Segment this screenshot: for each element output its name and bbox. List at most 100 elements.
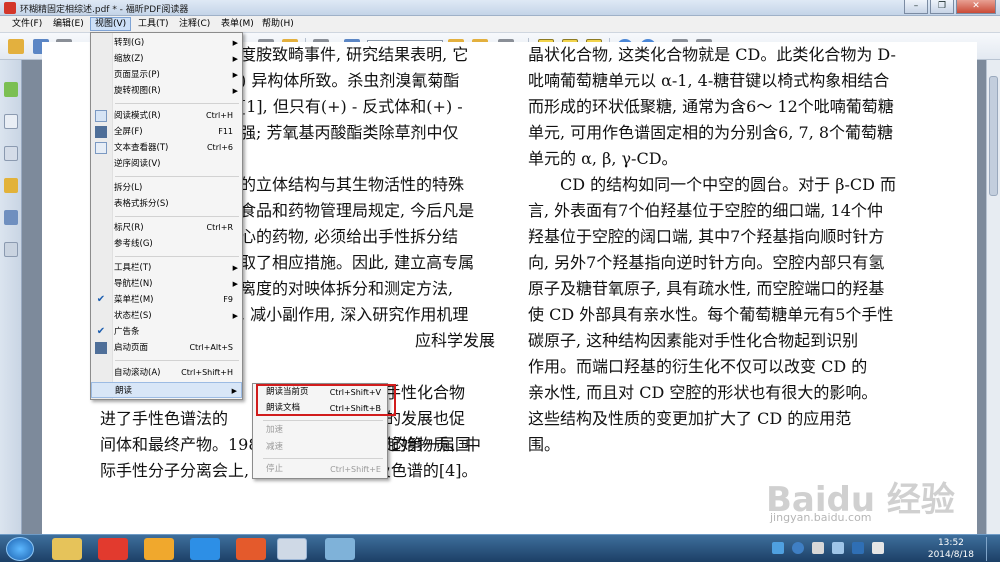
submenu-arrow-icon: ▶: [232, 312, 238, 320]
menu-item-nav-panels[interactable]: 导航栏(N) ▶: [91, 276, 242, 292]
text-line: 围。: [528, 435, 561, 454]
menu-item-ruler[interactable]: 标尺(R) Ctrl+R: [91, 220, 242, 236]
text-line: 吡喃葡萄糖单元以 α-1, 4-糖苷键以椅式构象相结合: [528, 71, 890, 90]
menu-form[interactable]: 表单(M): [217, 17, 258, 31]
minimize-button[interactable]: –: [904, 0, 928, 14]
qq-taskbar-icon[interactable]: [190, 538, 220, 560]
menu-comment[interactable]: 注释(C): [175, 17, 214, 31]
foxit-app-icon: [4, 2, 16, 14]
text-line: 羟基位于空腔的阔口端, 其中7个羟基指向顺时针方: [528, 227, 885, 246]
menu-item-reading-mode[interactable]: 阅读模式(R) Ctrl+H: [91, 108, 242, 124]
submenu-arrow-icon: ▶: [232, 87, 238, 95]
menu-help[interactable]: 帮助(H): [258, 17, 298, 31]
start-button[interactable]: [6, 537, 34, 561]
window-controls: – ❐ ✕: [904, 0, 996, 14]
menu-item-table-split[interactable]: 表格式拆分(S): [91, 196, 242, 212]
kugou-taskbar-icon[interactable]: [98, 538, 128, 560]
menu-item-label: 启动页面: [114, 343, 149, 353]
checkmark-icon: ✔: [96, 326, 106, 337]
menu-item-label: 全屏(F): [114, 127, 143, 137]
bookmark-icon[interactable]: [4, 82, 18, 97]
menu-item-ad-bar[interactable]: ✔ 广告条: [91, 324, 242, 340]
text-line: 作用。而端口羟基的衍生化不仅可以改变 CD 的: [528, 357, 868, 376]
menu-item-text-viewer[interactable]: 文本查看器(T) Ctrl+6: [91, 140, 242, 156]
menu-item-label: 标尺(R): [114, 223, 144, 233]
text-line: 碳原子, 这种结构因素能对手性化合物起到识别: [528, 331, 859, 350]
network-icon[interactable]: [852, 542, 864, 554]
menu-item-reverse-reading[interactable]: 逆序阅读(V): [91, 156, 242, 172]
menu-item-page-display[interactable]: 页面显示(P) ▶: [91, 67, 242, 83]
right-text-column: 晶状化合物, 这类化合物就是 CD。此类化合物为 D- 吡喃葡萄糖单元以 α-1…: [528, 42, 896, 458]
menu-edit[interactable]: 编辑(E): [49, 17, 88, 31]
comments-icon[interactable]: [4, 178, 18, 193]
menu-file[interactable]: 文件(F): [8, 17, 46, 31]
menu-item-label: 导航栏(N): [114, 279, 153, 289]
menu-item-shortcut: Ctrl+Shift+H: [181, 368, 233, 377]
text-line: 晶状化合物, 这类化合物就是 CD。此类化合物为 D-: [528, 45, 896, 64]
close-button[interactable]: ✕: [956, 0, 996, 14]
menu-item-shortcut: Ctrl+R: [206, 223, 234, 232]
menu-item-start-page[interactable]: 启动页面 Ctrl+Alt+S: [91, 340, 242, 356]
menu-item-menubar[interactable]: ✔ 菜单栏(M) F9: [91, 292, 242, 308]
menu-item-label: 拆分(L): [114, 183, 143, 193]
menu-item-statusbar[interactable]: 状态栏(S) ▶: [91, 308, 242, 324]
menu-bar: 文件(F) 编辑(E) 视图(V) 工具(T) 注释(C) 表单(M) 帮助(H…: [0, 16, 1000, 33]
menu-item-label: 逆序阅读(V): [114, 159, 161, 169]
menu-tools[interactable]: 工具(T): [134, 17, 173, 31]
submenu-arrow-icon: ▶: [232, 55, 238, 63]
menu-item-label: 广告条: [114, 327, 140, 337]
menu-item-label: 转到(G): [114, 38, 145, 48]
menu-item-guides[interactable]: 参考线(G): [91, 236, 242, 252]
menu-item-label: 工具栏(T): [114, 263, 152, 273]
language-icon[interactable]: [772, 542, 784, 554]
menu-item-shortcut: F11: [218, 127, 233, 136]
signature-icon[interactable]: [4, 242, 18, 257]
menu-item-toolbars[interactable]: 工具栏(T) ▶: [91, 260, 242, 276]
foxit-taskbar-icon[interactable]: [277, 538, 307, 560]
menu-item-auto-scroll[interactable]: 自动滚动(A) Ctrl+Shift+H: [91, 365, 242, 381]
menu-item-read-aloud[interactable]: 朗读 ▶: [91, 382, 242, 398]
explorer-taskbar-icon[interactable]: [52, 538, 82, 560]
left-column-fragments: 手性化合物 的发展也促 起始物质、中: [385, 380, 481, 458]
layers-icon[interactable]: [4, 146, 18, 161]
usb-icon[interactable]: [832, 542, 844, 554]
view-menu-dropdown: 转到(G) ▶ 缩放(Z) ▶ 页面显示(P) ▶ 旋转视图(R) ▶ 阅读模式(R) C…: [90, 32, 243, 400]
volume-icon[interactable]: [872, 542, 884, 554]
menu-item-label: 页面显示(P): [114, 70, 160, 80]
submenu-item-stop: 停止 Ctrl+Shift+E: [253, 462, 387, 477]
vertical-scrollbar[interactable]: [986, 60, 1000, 534]
menu-item-zoom[interactable]: 缩放(Z) ▶: [91, 51, 242, 67]
restore-button[interactable]: ❐: [930, 0, 954, 14]
clock[interactable]: 13:52 2014/8/18: [928, 537, 974, 561]
paint-taskbar-icon[interactable]: [325, 538, 355, 560]
submenu-item-shortcut: Ctrl+Shift+E: [330, 465, 381, 474]
text-line: 亲水性, 而且对 CD 空腔的形状也有很大的影响。: [528, 383, 878, 402]
menu-item-split[interactable]: 拆分(L): [91, 180, 242, 196]
browser-taskbar-icon[interactable]: [236, 538, 266, 560]
page-thumbnail-icon[interactable]: [4, 114, 18, 129]
app-taskbar-icon[interactable]: [144, 538, 174, 560]
open-icon[interactable]: [8, 39, 24, 54]
submenu-item-slow-down: 减速: [253, 440, 387, 455]
notification-icon[interactable]: [812, 542, 824, 554]
menu-item-rotate-view[interactable]: 旋转视图(R) ▶: [91, 83, 242, 99]
attachment-icon[interactable]: [4, 210, 18, 225]
menu-item-label: 自动滚动(A): [114, 368, 161, 378]
help-icon[interactable]: [792, 542, 804, 554]
highlight-annotation-box: [256, 384, 396, 416]
text-line: 这些结构及性质的变更加扩大了 CD 的应用范: [528, 409, 852, 428]
menu-item-label: 阅读模式(R): [114, 111, 161, 121]
menu-item-shortcut: Ctrl+H: [206, 111, 233, 120]
show-desktop-button[interactable]: [986, 537, 996, 561]
menu-item-goto[interactable]: 转到(G) ▶: [91, 35, 242, 51]
scrollbar-thumb[interactable]: [989, 76, 998, 196]
menu-item-label: 菜单栏(M): [114, 295, 154, 305]
submenu-item-label: 加速: [266, 425, 284, 435]
text-line: 而形成的环状低聚糖, 通常为含6～ 12个吡喃葡萄糖: [528, 97, 894, 116]
reading-mode-icon: [95, 110, 107, 122]
menu-view[interactable]: 视图(V): [90, 17, 132, 31]
menu-item-fullscreen[interactable]: 全屏(F) F11: [91, 124, 242, 140]
submenu-arrow-icon: ▶: [231, 387, 237, 395]
start-page-icon: [95, 342, 107, 354]
navigation-panel: [0, 60, 22, 534]
